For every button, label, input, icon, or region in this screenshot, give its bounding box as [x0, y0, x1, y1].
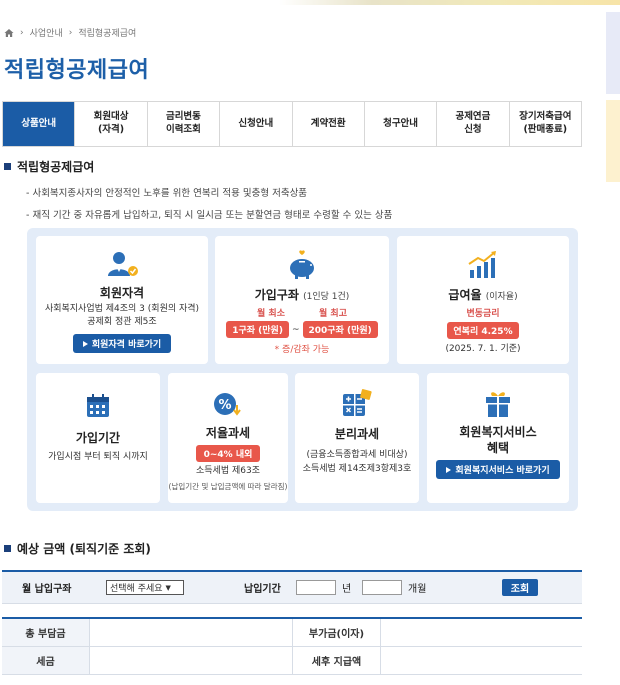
- estimate-result-table: 총 부담금 부가금(이자) 세금 세후 지급액: [2, 617, 582, 675]
- gift-icon: [486, 392, 510, 417]
- top-decoration-strip: [0, 0, 620, 5]
- total-burden-label: 총 부담금: [2, 619, 90, 646]
- section-title-estimate: 예상 금액 (퇴직기준 조회): [4, 540, 151, 557]
- tab-rate-history[interactable]: 금리변동 이력조회: [147, 102, 221, 146]
- right-side-banner-2[interactable]: [606, 100, 620, 182]
- chevron-down-icon: ▼: [165, 583, 171, 592]
- card-lowtax: % 저율과세 0~4% 내외 소득세법 제63조 (납입기간 및 납입금액에 따…: [168, 373, 288, 503]
- card-period-desc: 가입시점 부터 퇴직 시까지: [48, 452, 148, 462]
- account-range: 1구좌 (만원) ~ 200구좌 (만원): [226, 321, 378, 338]
- rate-type: 변동금리: [466, 309, 500, 319]
- card-membership-law: 사회복지사업법 제4조의 3 (회원의 자격): [44, 304, 200, 314]
- percent-down-icon: %: [214, 393, 241, 416]
- tax-value: [90, 647, 293, 674]
- welfare-link-button[interactable]: 회원복지서비스 바로가기: [436, 460, 560, 480]
- card-membership-articles: 공제회 정관 제5조: [87, 316, 157, 327]
- card-membership: 회원자격 사회복지사업법 제4조의 3 (회원의 자격) 공제회 정관 제5조 …: [36, 236, 208, 364]
- calculator-icon: [343, 389, 372, 416]
- after-tax-value: [381, 647, 582, 674]
- membership-link-button[interactable]: 회원자격 바로가기: [72, 334, 172, 354]
- card-welfare: 회원복지서비스 혜택 회원복지서비스 바로가기: [427, 373, 569, 503]
- tab-claim-guide[interactable]: 청구안내: [364, 102, 438, 146]
- estimate-form: 월 납입구좌 선택해 주세요 ▼ 납입기간 년 개월 조회: [2, 570, 582, 604]
- card-period: 가입기간 가입시점 부터 퇴직 시까지: [36, 373, 160, 503]
- arrow-right-icon: [446, 466, 452, 473]
- tab-pension-application[interactable]: 공제연금 신청: [437, 102, 510, 146]
- growth-chart-icon: [468, 251, 496, 278]
- section-marker-icon: [4, 545, 11, 552]
- product-info-panel: 회원자격 사회복지사업법 제4조의 3 (회원의 자격) 공제회 정관 제5조 …: [27, 228, 578, 511]
- calendar-icon: [87, 394, 109, 417]
- min-account-badge: 1구좌 (만원): [226, 321, 289, 338]
- lowtax-note: (납입기간 및 납입금액에 따라 달라짐): [168, 481, 288, 491]
- product-description-1: - 사회복지종사자의 안정적인 노후를 위한 연복리 적용 및충형 저축상품: [26, 188, 308, 199]
- years-input[interactable]: [296, 580, 336, 595]
- card-account-title: 가입구좌 (1인당 1건): [254, 288, 350, 302]
- after-tax-label: 세후 지급액: [293, 647, 381, 674]
- home-icon[interactable]: [4, 28, 14, 38]
- max-account-badge: 200구좌 (만원): [302, 321, 378, 338]
- breadcrumb-item-business[interactable]: 사업안내: [30, 26, 63, 39]
- account-note: * 증/감좌 가능: [274, 345, 330, 355]
- min-label: 월 최소: [257, 309, 285, 319]
- payment-period-label: 납입기간: [244, 584, 281, 595]
- card-separate-tax: 분리과세 (금융소득종합과세 비대상) 소득세법 제14조제3항제3호: [295, 373, 419, 503]
- tab-contract-transfer[interactable]: 계약전환: [292, 102, 365, 146]
- estimate-form-row: 월 납입구좌 선택해 주세요 ▼ 납입기간 년 개월 조회: [2, 572, 582, 604]
- section-title-product: 적립형공제급여: [4, 158, 94, 175]
- tax-label: 세금: [2, 647, 90, 674]
- lowtax-badge: 0~4% 내외: [195, 445, 261, 462]
- right-side-banner[interactable]: [606, 12, 620, 94]
- addition-label: 부가금(이자): [293, 619, 381, 646]
- member-badge-icon: [108, 252, 138, 276]
- lowtax-law: 소득세법 제63조: [196, 466, 260, 476]
- rate-date: (2025. 7. 1. 기준): [445, 344, 521, 354]
- card-period-title: 가입기간: [75, 431, 121, 445]
- product-description-2: - 재직 기간 중 자유롭게 납입하고, 퇴직 시 일시금 또는 분할연금 형태…: [26, 210, 393, 221]
- piggy-bank-icon: [290, 250, 314, 279]
- range-tilde: ~: [291, 324, 300, 335]
- total-burden-value: [90, 619, 293, 646]
- breadcrumb-separator: ›: [20, 27, 24, 38]
- tab-member-eligibility[interactable]: 회원대상 (자격): [75, 102, 148, 146]
- card-rate-title: 급여율 (이자율): [448, 288, 518, 302]
- addition-value: [381, 619, 582, 646]
- tab-application-guide[interactable]: 신청안내: [220, 102, 293, 146]
- max-label: 월 최고: [319, 309, 347, 319]
- breadcrumb: › 사업안내 › 적립형공제급여: [4, 26, 136, 39]
- month-unit: 개월: [408, 584, 427, 595]
- year-unit: 년: [342, 584, 352, 595]
- card-lowtax-title: 저율과세: [205, 426, 251, 440]
- months-input[interactable]: [362, 580, 402, 595]
- arrow-right-icon: [82, 340, 88, 347]
- tab-long-term-savings[interactable]: 장기저축급여 (판매종료): [509, 102, 581, 146]
- section-marker-icon: [4, 163, 11, 170]
- monthly-account-label: 월 납입구좌: [22, 584, 72, 595]
- table-row: 세금 세후 지급액: [2, 647, 582, 675]
- card-welfare-title: 회원복지서비스 혜택: [459, 425, 537, 455]
- separate-tax-law: 소득세법 제14조제3항제3호: [302, 463, 412, 474]
- breadcrumb-item-current[interactable]: 적립형공제급여: [78, 26, 136, 39]
- table-row: 총 부담금 부가금(이자): [2, 619, 582, 647]
- rate-value-badge: 연복리 4.25%: [447, 322, 519, 339]
- tab-product-info[interactable]: 상품안내: [3, 102, 76, 146]
- card-membership-title: 회원자격: [99, 286, 145, 300]
- svg-text:%: %: [218, 398, 231, 413]
- breadcrumb-separator: ›: [68, 27, 73, 38]
- monthly-account-select[interactable]: 선택해 주세요 ▼: [106, 580, 184, 595]
- separate-tax-note: (금융소득종합과세 비대상): [306, 450, 408, 460]
- card-account: 가입구좌 (1인당 1건) 월 최소 월 최고 1구좌 (만원) ~ 200구좌…: [215, 236, 389, 364]
- card-rate: 급여율 (이자율) 변동금리 연복리 4.25% (2025. 7. 1. 기준…: [397, 236, 569, 364]
- product-tabs: 상품안내 회원대상 (자격) 금리변동 이력조회 신청안내 계약전환 청구안내 …: [2, 101, 582, 147]
- card-separate-tax-title: 분리과세: [334, 427, 380, 441]
- page-title: 적립형공제급여: [4, 58, 150, 83]
- account-range-labels: 월 최소 월 최고: [257, 306, 347, 319]
- search-button[interactable]: 조회: [502, 579, 538, 596]
